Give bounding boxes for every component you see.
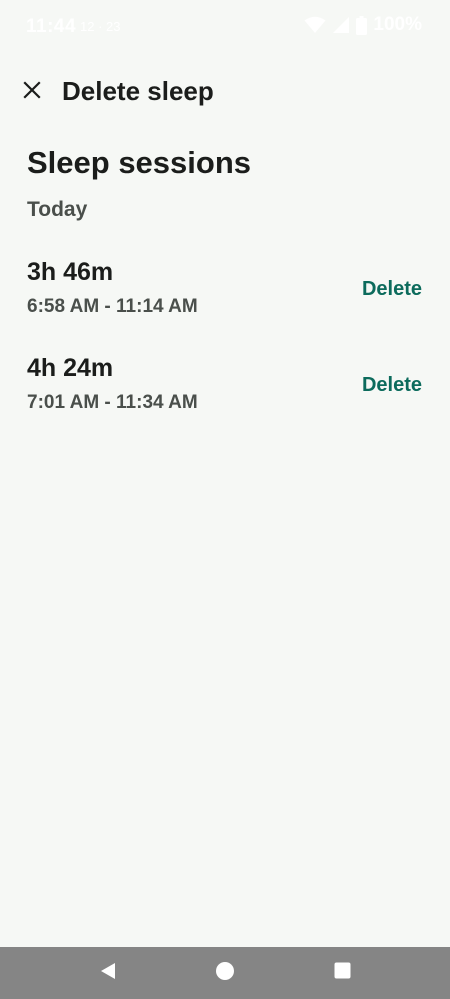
- system-nav-bar: [0, 947, 450, 999]
- status-icons: 100%: [304, 14, 422, 36]
- status-bar: 11:44 12 · 23 100%: [0, 0, 450, 56]
- battery-icon: [356, 15, 368, 35]
- session-time-range: 7:01 AM - 11:34 AM: [27, 392, 198, 413]
- session-time-range: 6:58 AM - 11:14 AM: [27, 296, 198, 317]
- app-bar: Delete sleep: [0, 66, 450, 118]
- close-button[interactable]: [14, 74, 50, 110]
- page-title: Delete sleep: [62, 76, 214, 106]
- home-button[interactable]: [195, 947, 255, 999]
- status-time: 11:44: [26, 16, 77, 37]
- delete-button[interactable]: Delete: [362, 374, 422, 397]
- session-duration: 4h 24m: [27, 354, 114, 382]
- section-title: Sleep sessions: [27, 145, 252, 180]
- signal-icon: [332, 16, 350, 34]
- delete-button[interactable]: Delete: [362, 278, 422, 301]
- back-button[interactable]: [78, 947, 138, 999]
- battery-percentage: 100%: [373, 14, 422, 35]
- sleep-session-row: 3h 46m 6:58 AM - 11:14 AM Delete: [0, 258, 450, 338]
- home-icon: [215, 961, 235, 986]
- sleep-session-row: 4h 24m 7:01 AM - 11:34 AM Delete: [0, 354, 450, 434]
- day-label: Today: [27, 198, 88, 221]
- session-duration: 3h 46m: [27, 258, 114, 286]
- status-notification-text: 12 · 23: [80, 19, 121, 34]
- recents-button[interactable]: [312, 947, 372, 999]
- back-icon: [99, 962, 117, 985]
- recents-icon: [334, 962, 351, 984]
- close-icon: [23, 80, 41, 104]
- wifi-icon: [304, 16, 326, 34]
